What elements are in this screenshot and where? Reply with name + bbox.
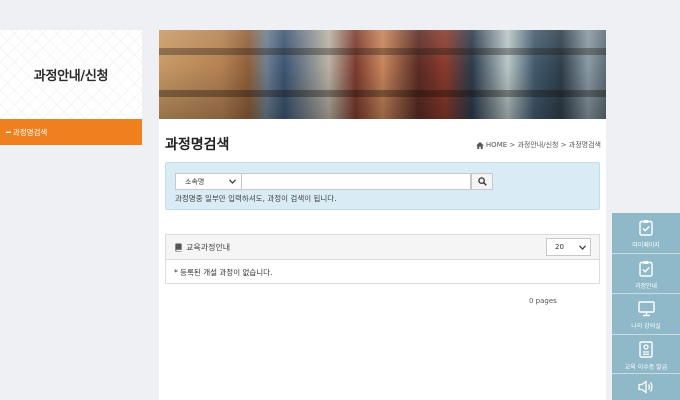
banner-image [159, 30, 606, 119]
chevron-down-icon [579, 244, 586, 250]
quick-menu-sound[interactable] [612, 375, 680, 400]
breadcrumb-text[interactable]: HOME > 과정안내/신청 > 과정명검색 [486, 140, 601, 150]
main-content: 과정명검색 HOME > 과정안내/신청 > 과정명검색 소속명 과정명중 일부… [159, 30, 606, 400]
book-icon [175, 242, 182, 252]
search-button[interactable] [471, 173, 493, 190]
search-icon [477, 177, 487, 186]
course-panel-header: 교육과정안내 20 [166, 235, 599, 260]
speaker-icon [638, 380, 653, 394]
active-marker: ━ [6, 127, 11, 137]
empty-message: * 등록된 개설 과정이 없습니다. [174, 267, 273, 277]
quick-menu-label: 나의 강의실 [631, 323, 661, 330]
page-size-select[interactable]: 20 [546, 238, 591, 256]
check-document-icon [639, 261, 653, 277]
quick-menu-label: 마이페이지 [632, 242, 660, 249]
quick-menu-mypage[interactable]: 마이페이지 [612, 213, 680, 254]
sidebar-title: 과정안내/신청 [33, 69, 109, 84]
search-input[interactable] [242, 173, 471, 190]
page-title: 과정명검색 [165, 137, 230, 153]
certificate-icon [639, 341, 653, 358]
sidebar-header: 과정안내/신청 [0, 30, 142, 119]
course-panel-title: 교육과정안내 [186, 242, 231, 252]
breadcrumb: HOME > 과정안내/신청 > 과정명검색 [476, 140, 601, 150]
quick-menu: 마이페이지 과정안내 나의 강의실 교육 이수증 발급 [612, 213, 680, 400]
page-size-value: 20 [555, 243, 564, 251]
quick-menu-course-info[interactable]: 과정안내 [612, 255, 680, 294]
quick-menu-certificate[interactable]: 교육 이수증 발급 [612, 336, 680, 374]
monitor-icon [637, 301, 655, 317]
chevron-down-icon [229, 179, 236, 184]
quick-menu-label: 교육 이수증 발급 [624, 364, 668, 371]
pages-info: 0 pages [529, 297, 557, 305]
home-icon[interactable] [476, 141, 484, 149]
quick-menu-my-classroom[interactable]: 나의 강의실 [612, 295, 680, 335]
sidebar-item-course-search[interactable]: ━ 과정명검색 [0, 119, 142, 145]
search-box: 소속명 과정명중 일부만 입력하셔도, 과정이 검색이 됩니다. [165, 162, 600, 210]
search-category-select[interactable]: 소속명 [175, 173, 242, 190]
quick-menu-label: 과정안내 [634, 283, 658, 290]
search-category-value: 소속명 [185, 177, 205, 186]
sidebar-item-label: 과정명검색 [12, 127, 48, 137]
check-document-icon [639, 220, 653, 236]
course-panel: 교육과정안내 20 * 등록된 개설 과정이 없습니다. [165, 234, 600, 284]
search-help-text: 과정명중 일부만 입력하셔도, 과정이 검색이 됩니다. [175, 194, 337, 203]
